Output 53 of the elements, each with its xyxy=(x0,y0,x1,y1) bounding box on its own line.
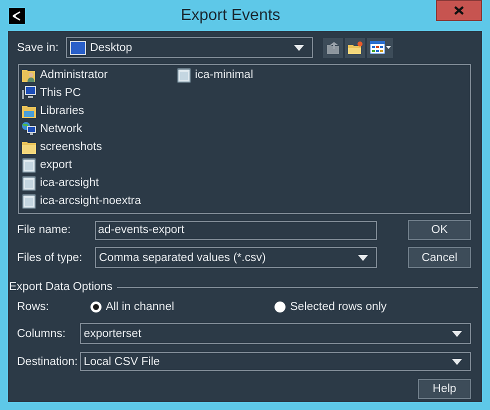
columns-label: Columns: xyxy=(17,328,67,340)
destination-dropdown[interactable]: Local CSV File xyxy=(80,352,471,371)
notepad-file-icon xyxy=(21,157,37,173)
radio-option[interactable]: Selected rows only xyxy=(274,301,387,313)
up-folder-button[interactable] xyxy=(323,38,343,58)
help-button[interactable]: Help xyxy=(418,379,471,399)
caret-icon xyxy=(452,358,462,364)
user-folder-icon xyxy=(21,67,37,83)
radio-button[interactable] xyxy=(90,301,102,313)
radio-option[interactable]: All in channel xyxy=(90,301,174,313)
caret-icon xyxy=(452,330,462,336)
notepad-file-icon xyxy=(21,193,37,209)
folder-icon xyxy=(21,139,37,155)
file-list-item[interactable]: ica-minimal xyxy=(176,66,254,84)
file-list-item[interactable]: screenshots xyxy=(21,138,141,156)
network-icon xyxy=(21,121,37,137)
destination-label: Destination: xyxy=(17,356,78,368)
file-list-item[interactable]: export xyxy=(21,156,141,174)
file-type-label: Files of type: xyxy=(17,252,84,264)
save-in-label: Save in: xyxy=(17,42,60,54)
file-name-label: File name: xyxy=(17,224,72,236)
library-folder-icon xyxy=(21,103,37,119)
columns-dropdown[interactable]: exporterset xyxy=(80,323,471,344)
window-title: Export Events xyxy=(180,6,282,24)
file-list-item[interactable]: Network xyxy=(21,120,141,138)
new-folder-button[interactable] xyxy=(345,38,365,58)
file-list-item[interactable]: Libraries xyxy=(21,102,141,120)
caret-icon xyxy=(386,46,390,49)
file-list-item[interactable]: Administrator xyxy=(21,66,141,84)
view-grid-icon xyxy=(370,41,384,54)
close-button[interactable] xyxy=(436,0,482,21)
file-list-item[interactable]: This PC xyxy=(21,84,141,102)
close-icon xyxy=(454,6,464,15)
file-type-dropdown[interactable]: Comma separated values (*.csv) xyxy=(95,247,377,268)
file-list-item[interactable]: ica-arcsight xyxy=(21,174,141,192)
notepad-file-icon xyxy=(21,175,37,191)
rows-label: Rows: xyxy=(17,301,50,313)
new-folder-icon xyxy=(347,40,363,54)
caret-icon xyxy=(358,254,368,260)
save-in-dropdown[interactable]: Desktop xyxy=(66,37,313,58)
desktop-icon xyxy=(70,40,86,54)
up-folder-icon xyxy=(326,40,340,54)
ok-button[interactable]: OK xyxy=(408,220,471,240)
cancel-button[interactable]: Cancel xyxy=(408,247,471,268)
notepad-file-icon xyxy=(176,67,192,83)
computer-icon xyxy=(21,85,37,101)
app-icon xyxy=(9,8,25,24)
caret-icon xyxy=(294,44,304,50)
view-menu-button[interactable] xyxy=(367,38,393,58)
file-name-field[interactable]: ad-events-export xyxy=(95,220,377,240)
file-list-item[interactable]: ica-arcsight-noextra xyxy=(21,192,141,210)
section-title: Export Data Options xyxy=(9,281,113,293)
radio-button[interactable] xyxy=(274,301,286,313)
